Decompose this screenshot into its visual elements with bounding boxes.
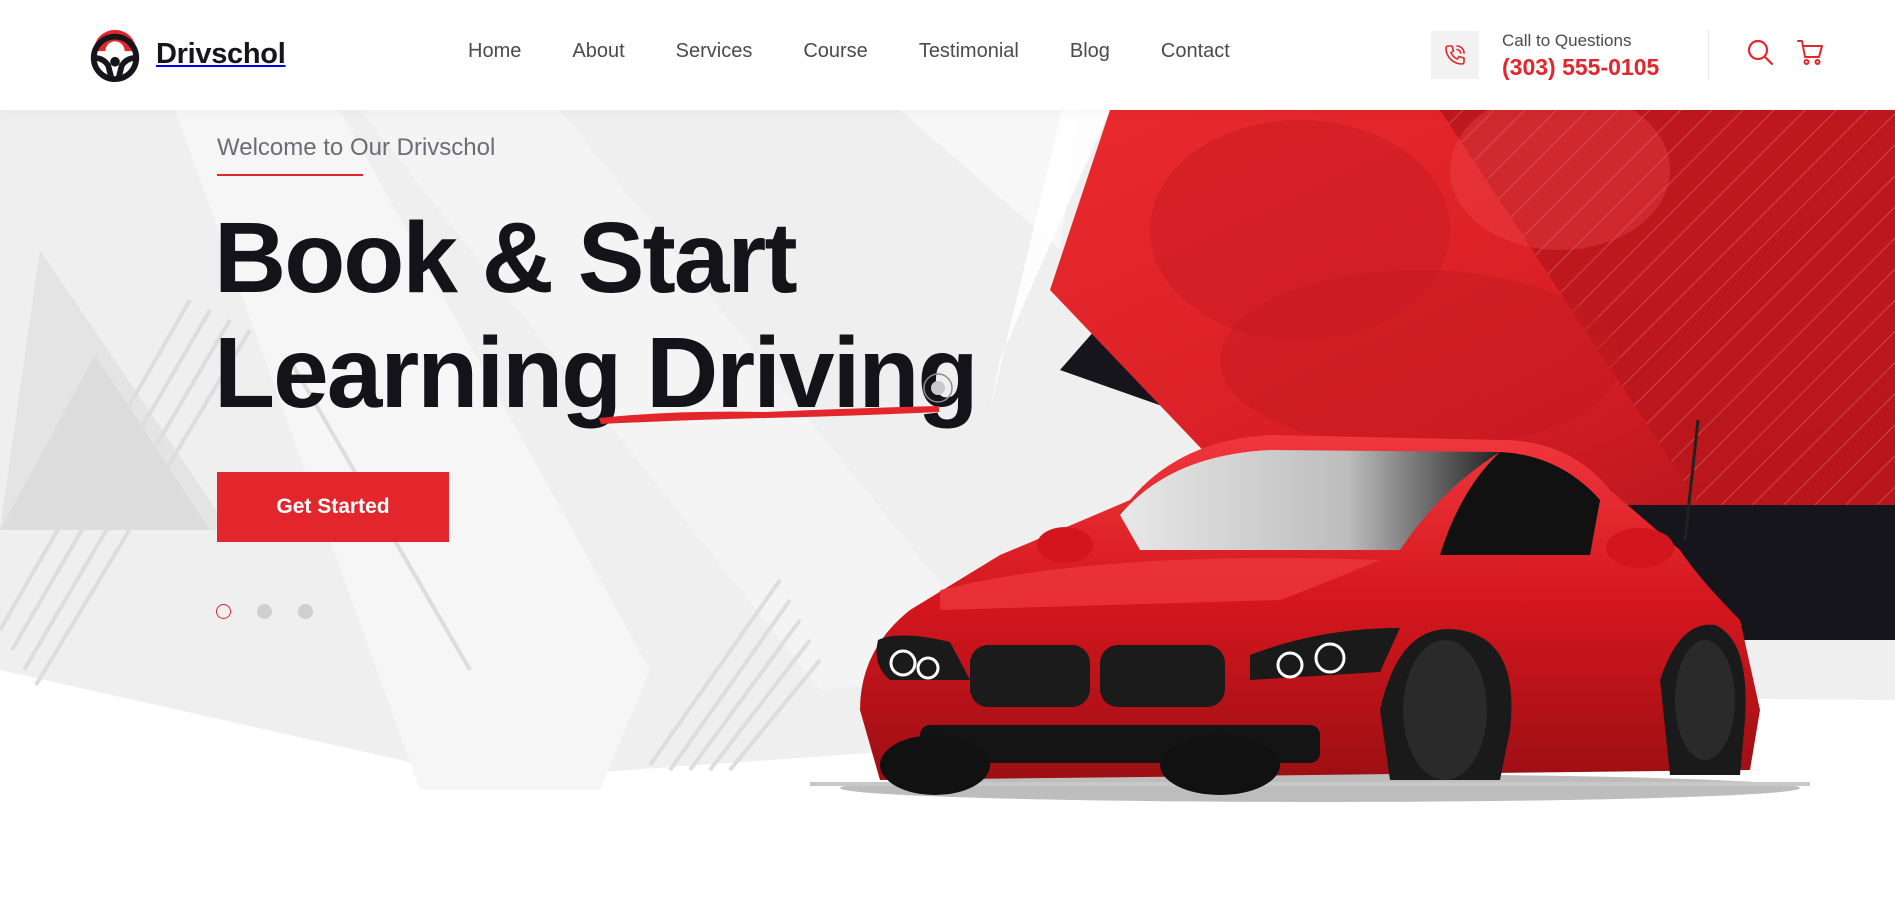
nav-contact[interactable]: Contact: [1161, 40, 1230, 63]
welcome-text: Welcome to Our Drivschol: [217, 134, 496, 161]
call-label: Call to Questions: [1502, 31, 1632, 50]
nav-home[interactable]: Home: [468, 40, 521, 63]
logo-text: Drivschol: [156, 37, 286, 70]
logo[interactable]: Drivschol: [86, 24, 286, 84]
hero-title-line1: Book & Start: [214, 202, 798, 314]
cart-icon[interactable]: [1795, 37, 1825, 67]
welcome-underline: [217, 174, 363, 176]
slide-dot-1[interactable]: [216, 604, 231, 619]
slider-pagination: [216, 604, 313, 619]
red-sports-car-image: [810, 419, 1810, 802]
slide-dot-2[interactable]: [257, 604, 272, 619]
steering-wheel-logo-icon: [90, 29, 140, 83]
header-divider: [1708, 30, 1709, 80]
phone-icon: [1445, 45, 1465, 65]
search-icon[interactable]: [1745, 37, 1775, 67]
nav-services[interactable]: Services: [676, 40, 753, 63]
phone-number-link[interactable]: (303) 555-0105: [1502, 54, 1659, 81]
nav-course[interactable]: Course: [803, 40, 867, 63]
nav-blog[interactable]: Blog: [1070, 40, 1110, 63]
slide-dot-3[interactable]: [298, 604, 313, 619]
nav-about[interactable]: About: [572, 40, 624, 63]
phone-icon-box[interactable]: [1431, 31, 1479, 79]
get-started-button[interactable]: Get Started: [217, 472, 449, 542]
hero-title-word-learning: Learning: [214, 317, 647, 429]
main-nav: Home About Services Course Testimonial B…: [468, 40, 1230, 63]
hero-section: Welcome to Our Drivschol Book & Start Le…: [0, 110, 1895, 902]
nav-testimonial[interactable]: Testimonial: [919, 40, 1019, 63]
site-header: Drivschol Home About Services Course Tes…: [0, 0, 1895, 110]
